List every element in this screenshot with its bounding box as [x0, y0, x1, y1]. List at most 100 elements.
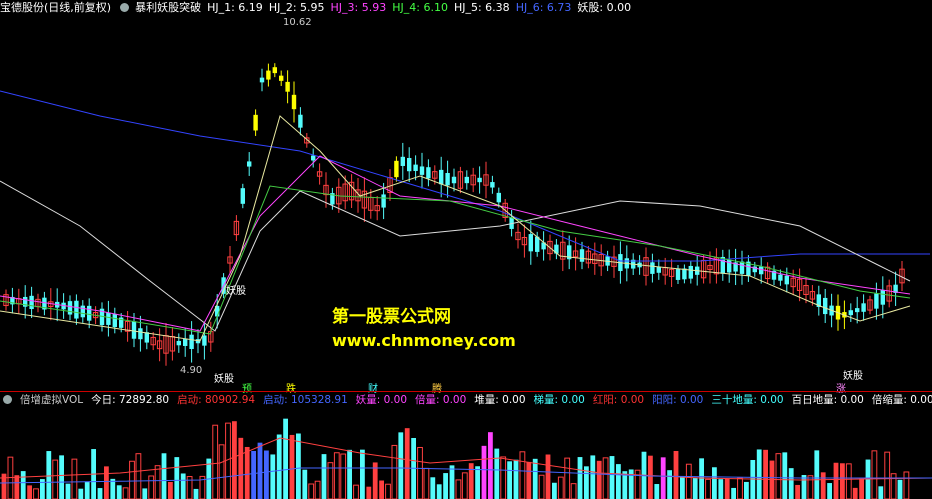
moving-average-line [0, 115, 911, 342]
candle [311, 155, 316, 161]
candle [285, 81, 290, 92]
indicator-name[interactable]: 暴利妖股突破 [135, 0, 201, 16]
volume-bar [449, 465, 455, 499]
volume-bar [884, 451, 891, 499]
volume-bar [135, 453, 142, 499]
volume-bar [168, 481, 173, 499]
volume-bar [360, 449, 365, 499]
volume-bar [590, 455, 596, 499]
volume-bar [545, 454, 551, 499]
volume-indicator-value: 三十地量: 0.00 [711, 394, 784, 406]
candle [535, 236, 540, 252]
volume-bar [46, 451, 52, 499]
candle [291, 94, 297, 110]
volume-bar [692, 477, 698, 499]
volume-chart[interactable] [0, 408, 932, 499]
candle [74, 300, 79, 319]
volume-bar [423, 467, 430, 499]
volume-bar [616, 464, 621, 499]
panel-divider [0, 391, 932, 392]
volume-bar [97, 488, 103, 499]
volume-bar [257, 442, 263, 499]
candle [490, 182, 495, 188]
indicator-toggle-icon[interactable] [120, 3, 130, 12]
volume-bar [142, 488, 148, 499]
candle [880, 289, 885, 305]
volume-toggle-icon[interactable] [3, 395, 12, 404]
volume-bar [404, 428, 410, 499]
volume-bar [654, 484, 660, 499]
stock-title[interactable]: 宝德股份(日线,前复权) [0, 0, 111, 16]
volume-indicator-value: 百日地量: 0.00 [791, 394, 864, 406]
indicator-value: HJ_6: 6.73 [515, 1, 572, 14]
volume-bar [455, 479, 462, 499]
candle [739, 261, 745, 274]
volume-bar [321, 454, 327, 499]
volume-bar [494, 448, 500, 499]
volume-bar [737, 477, 743, 499]
volume-bar [366, 486, 372, 499]
volume-bar [218, 444, 225, 499]
volume-indicator-value: 梯量: 0.00 [533, 394, 585, 406]
candle [874, 293, 879, 309]
candle [144, 332, 149, 343]
volume-indicator-value: 妖量: 0.00 [355, 394, 408, 406]
volume-bar [673, 450, 679, 499]
candle [247, 161, 252, 167]
volume-bar [782, 452, 788, 499]
indicator-value: HJ_3: 5.93 [330, 1, 387, 14]
volume-bar [174, 457, 180, 499]
volume-bar [264, 450, 269, 499]
volume-bar [78, 488, 84, 499]
volume-bar [833, 462, 839, 499]
volume-bar [840, 463, 845, 499]
candle [848, 310, 853, 316]
candle [138, 328, 143, 340]
volume-bar [270, 454, 276, 499]
candle [419, 166, 425, 175]
volume-bar [756, 449, 762, 499]
candle [183, 338, 188, 346]
volume-bar [871, 450, 878, 499]
volume-bar [481, 445, 487, 499]
volume-bar [27, 485, 32, 499]
volume-bar [475, 466, 480, 499]
volume-bar [340, 453, 347, 499]
candle [381, 194, 386, 208]
volume-bar [71, 458, 78, 499]
volume-bar [609, 456, 615, 499]
candle [413, 164, 418, 171]
volume-bar [827, 483, 832, 499]
candle [855, 308, 860, 313]
volume-bar [763, 449, 768, 499]
volume-bar [903, 471, 910, 499]
candle [259, 77, 265, 83]
candle [407, 157, 412, 172]
candle [451, 176, 457, 184]
volume-indicator-value: 堆量: 0.00 [474, 394, 526, 406]
volume-bar [859, 478, 864, 499]
candle [253, 114, 258, 131]
indicator-value: HJ_2: 5.95 [268, 1, 325, 14]
volume-bar [685, 463, 692, 499]
candle [87, 305, 92, 321]
volume-bar [795, 484, 800, 499]
candle [778, 274, 783, 281]
volume-bar [526, 461, 532, 499]
volume-bar [129, 460, 135, 499]
volume-bar [308, 483, 315, 499]
high-price-label: 10.62 [283, 17, 312, 28]
volume-bar [538, 474, 545, 499]
volume-bar [552, 482, 557, 499]
volume-bar [314, 480, 321, 499]
volume-indicator-bar: 倍增虚拟VOL 今日: 72892.80 启动: 80902.94 启动: 10532… [0, 393, 932, 408]
volume-bar [513, 459, 519, 499]
candle [272, 67, 277, 74]
volume-bar [110, 478, 116, 499]
volume-bar [628, 469, 634, 499]
volume-indicator-value: 倍缩量: 0.00 [871, 394, 932, 406]
chart-title-bar: 宝德股份(日线,前复权) 暴利妖股突破 HJ_1: 6.19 HJ_2: 5.95 HJ… [0, 0, 932, 16]
volume-indicator-value: 倍增虚拟VOL [20, 394, 84, 406]
volume-bar [705, 478, 711, 499]
volume-bar [251, 450, 256, 499]
